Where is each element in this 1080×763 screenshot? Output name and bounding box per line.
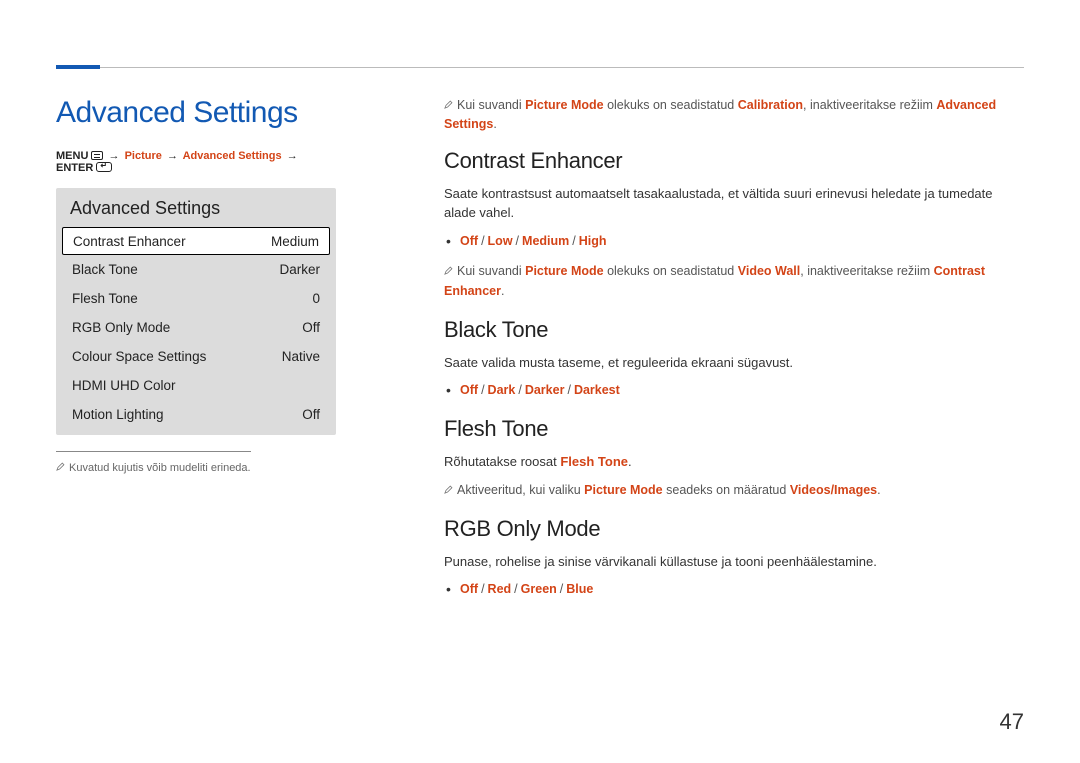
pencil-icon <box>444 100 453 109</box>
options-list: Off/Red/Green/Blue <box>444 579 1024 599</box>
row-label: Motion Lighting <box>72 407 164 422</box>
page-title: Advanced Settings <box>56 96 336 130</box>
arrow-icon: → <box>107 150 122 162</box>
section-rgb-only-mode: RGB Only Mode Punase, rohelise ja sinise… <box>444 516 1024 600</box>
top-note: Kui suvandi Picture Mode olekuks on sead… <box>444 96 1024 134</box>
page-number: 47 <box>1000 709 1024 735</box>
panel-row-motion-lighting[interactable]: Motion Lighting Off <box>62 400 330 429</box>
section-desc: Saate valida musta taseme, et reguleerid… <box>444 353 1024 373</box>
section-note: Kui suvandi Picture Mode olekuks on sead… <box>444 261 1024 301</box>
options: Off/Red/Green/Blue <box>444 579 1024 599</box>
menu-icon <box>91 151 103 160</box>
options: Off/Low/Medium/High <box>444 231 1024 251</box>
section-heading: RGB Only Mode <box>444 516 1024 542</box>
row-value: Darker <box>279 262 320 277</box>
row-value: Off <box>302 407 320 422</box>
row-value: Native <box>282 349 320 364</box>
panel-title: Advanced Settings <box>62 198 330 227</box>
panel-row-rgb-only-mode[interactable]: RGB Only Mode Off <box>62 313 330 342</box>
footnote: Kuvatud kujutis võib mudeliti erineda. <box>56 462 336 474</box>
breadcrumb: MENU → Picture → Advanced Settings → ENT… <box>56 150 336 174</box>
row-value: 0 <box>312 291 320 306</box>
row-value: Medium <box>271 234 319 249</box>
section-desc: Rõhutatakse roosat Flesh Tone. <box>444 452 1024 472</box>
enter-icon <box>96 162 112 172</box>
row-label: Black Tone <box>72 262 138 277</box>
row-label: Contrast Enhancer <box>73 234 186 249</box>
pencil-icon <box>444 266 453 275</box>
options-list: Off/Dark/Darker/Darkest <box>444 380 1024 400</box>
section-heading: Contrast Enhancer <box>444 148 1024 174</box>
pencil-icon <box>444 485 453 494</box>
footnote-rule <box>56 451 251 452</box>
row-label: RGB Only Mode <box>72 320 170 335</box>
horizontal-rule <box>56 67 1024 68</box>
row-label: Colour Space Settings <box>72 349 206 364</box>
section-heading: Black Tone <box>444 317 1024 343</box>
section-heading: Flesh Tone <box>444 416 1024 442</box>
enter-label: ENTER <box>56 162 93 174</box>
section-flesh-tone: Flesh Tone Rõhutatakse roosat Flesh Tone… <box>444 416 1024 500</box>
panel-row-colour-space-settings[interactable]: Colour Space Settings Native <box>62 342 330 371</box>
panel-row-black-tone[interactable]: Black Tone Darker <box>62 255 330 284</box>
arrow-icon: → <box>165 150 180 162</box>
section-contrast-enhancer: Contrast Enhancer Saate kontrastsust aut… <box>444 148 1024 301</box>
section-black-tone: Black Tone Saate valida musta taseme, et… <box>444 317 1024 401</box>
options-list: Off/Low/Medium/High <box>444 231 1024 251</box>
panel-row-flesh-tone[interactable]: Flesh Tone 0 <box>62 284 330 313</box>
breadcrumb-picture: Picture <box>125 150 162 162</box>
row-label: HDMI UHD Color <box>72 378 176 393</box>
row-value: Off <box>302 320 320 335</box>
menu-label: MENU <box>56 150 88 162</box>
panel-row-hdmi-uhd-color[interactable]: HDMI UHD Color <box>62 371 330 400</box>
arrow-icon: → <box>285 150 300 162</box>
pencil-icon <box>56 462 65 471</box>
row-label: Flesh Tone <box>72 291 138 306</box>
options: Off/Dark/Darker/Darkest <box>444 380 1024 400</box>
panel-row-contrast-enhancer[interactable]: Contrast Enhancer Medium <box>62 227 330 255</box>
breadcrumb-advanced: Advanced Settings <box>183 150 282 162</box>
accent-bar <box>56 65 100 69</box>
section-note: Aktiveeritud, kui valiku Picture Mode se… <box>444 480 1024 500</box>
section-desc: Saate kontrastsust automaatselt tasakaal… <box>444 184 1024 223</box>
settings-panel: Advanced Settings Contrast Enhancer Medi… <box>56 188 336 435</box>
section-desc: Punase, rohelise ja sinise värvikanali k… <box>444 552 1024 572</box>
footnote-text: Kuvatud kujutis võib mudeliti erineda. <box>69 462 251 474</box>
